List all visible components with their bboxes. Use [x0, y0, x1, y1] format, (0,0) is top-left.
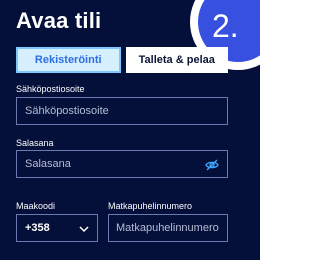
- phone-field-container: [108, 214, 228, 242]
- eye-slash-icon[interactable]: [205, 158, 219, 172]
- signup-panel: Avaa tili 2. Rekisteröinti Talleta & pel…: [0, 0, 260, 260]
- tab-deposit-and-play[interactable]: Talleta & pelaa: [125, 47, 228, 73]
- page-title: Avaa tili: [16, 8, 102, 33]
- country-code-value: +358: [25, 222, 50, 234]
- country-code-select[interactable]: +358: [16, 214, 98, 242]
- chevron-down-icon: [79, 224, 89, 234]
- phone-label: Matkapuhelinnumero: [108, 201, 193, 211]
- email-label: Sähköpostiosoite: [16, 84, 85, 94]
- email-field-container: [16, 97, 228, 125]
- phone-field[interactable]: [116, 222, 226, 234]
- tab-registration[interactable]: Rekisteröinti: [16, 47, 121, 73]
- country-code-label: Maakoodi: [16, 201, 56, 211]
- password-field-container: [16, 150, 228, 178]
- password-label: Salasana: [16, 138, 54, 148]
- tab-bar: Rekisteröinti Talleta & pelaa: [16, 47, 228, 73]
- step-number: 2.: [212, 8, 239, 44]
- email-field[interactable]: [25, 105, 195, 117]
- password-field[interactable]: [25, 158, 195, 170]
